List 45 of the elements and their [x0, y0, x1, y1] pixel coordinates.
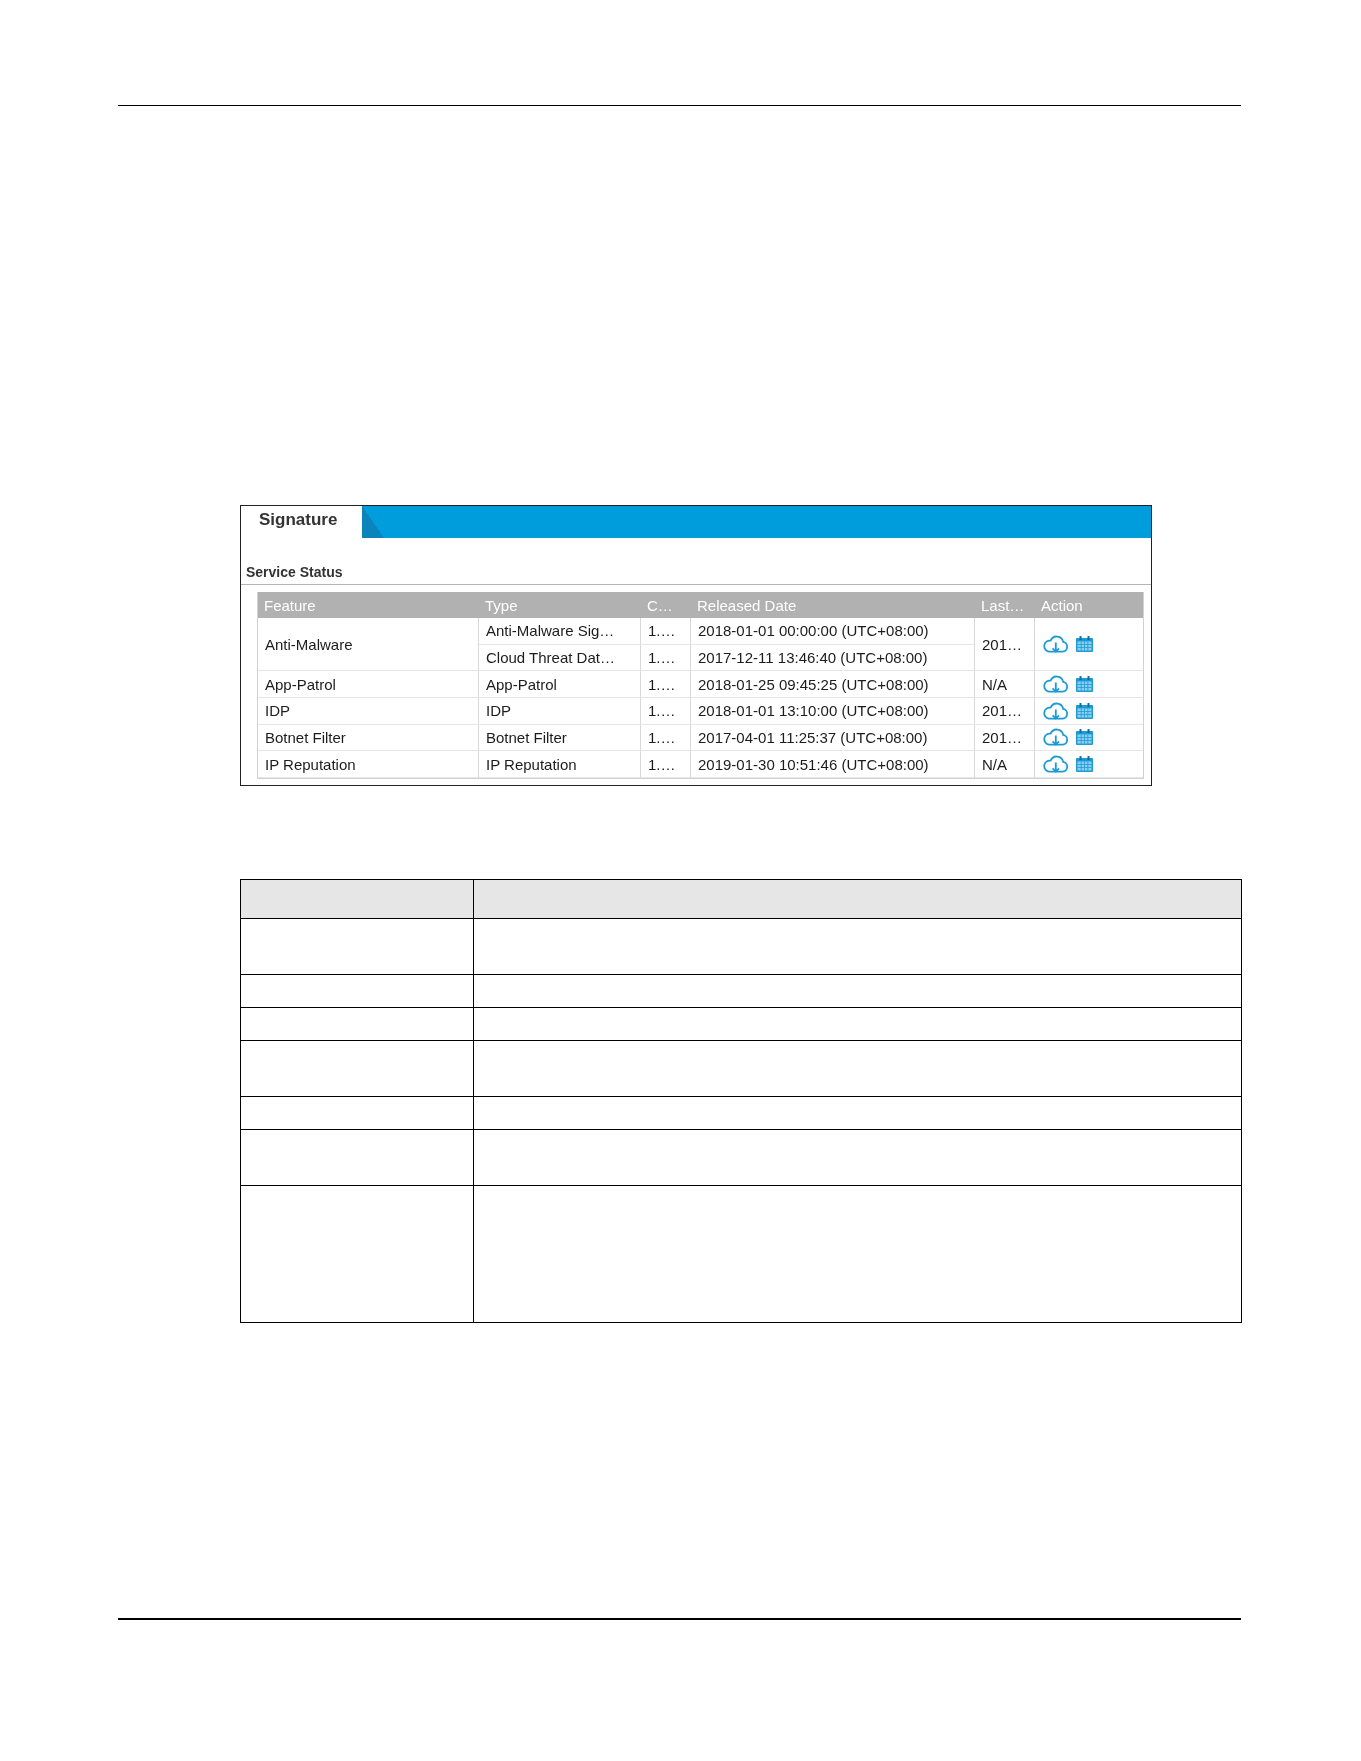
cloud-download-icon[interactable]	[1043, 755, 1069, 774]
table-cell: IP Reputation	[258, 751, 479, 778]
table-cell: 1.…	[641, 697, 691, 725]
table-cell: 2017-04-01 11:25:37 (UTC+08:00)	[691, 724, 975, 752]
table-cell: 2017-12-11 13:46:40 (UTC+08:00)	[691, 644, 975, 672]
table-cell: Anti-Malware	[258, 618, 479, 672]
table-cell: 201…	[975, 724, 1035, 752]
column-header: Action	[1035, 592, 1143, 618]
table-cell: App-Patrol	[258, 671, 479, 698]
table-cell: IDP	[479, 697, 641, 725]
column-header: C…	[641, 592, 691, 618]
table-cell: Botnet Filter	[479, 724, 641, 752]
table-cell: Botnet Filter	[258, 724, 479, 752]
table-cell: 2018-01-01 13:10:00 (UTC+08:00)	[691, 697, 975, 725]
calendar-icon[interactable]	[1076, 729, 1093, 746]
cloud-download-icon[interactable]	[1043, 701, 1069, 720]
table-cell: 1.…	[641, 644, 691, 672]
section-title: Service Status	[246, 564, 343, 580]
table-cell: 201…	[975, 697, 1035, 725]
table-cell: App-Patrol	[479, 671, 641, 698]
table-cell: 2019-01-30 10:51:46 (UTC+08:00)	[691, 751, 975, 778]
table-cell: 201…	[975, 618, 1035, 672]
column-header: Feature	[258, 592, 479, 618]
calendar-icon[interactable]	[1076, 676, 1093, 693]
table-cell: N/A	[975, 751, 1035, 778]
table-cell: 1.…	[641, 618, 691, 645]
cloud-download-icon[interactable]	[1043, 728, 1069, 747]
table-cell: 2018-01-01 00:00:00 (UTC+08:00)	[691, 618, 975, 645]
column-header: Released Date	[691, 592, 975, 618]
table-cell: N/A	[975, 671, 1035, 698]
calendar-icon[interactable]	[1076, 636, 1093, 653]
table-cell: IP Reputation	[479, 751, 641, 778]
table-cell: 1.…	[641, 751, 691, 778]
calendar-icon[interactable]	[1076, 702, 1093, 719]
calendar-icon[interactable]	[1076, 756, 1093, 773]
table-cell: Cloud Threat Dat…	[479, 644, 641, 672]
table-cell: 1.…	[641, 724, 691, 752]
column-header: Last…	[975, 592, 1035, 618]
table-cell: IDP	[258, 697, 479, 725]
cloud-download-icon[interactable]	[1043, 675, 1069, 694]
cloud-download-icon[interactable]	[1043, 635, 1069, 654]
table-cell: 2018-01-25 09:45:25 (UTC+08:00)	[691, 671, 975, 698]
table-cell: Anti-Malware Sig…	[479, 618, 641, 645]
column-header: Type	[479, 592, 641, 618]
table-cell: 1.…	[641, 671, 691, 698]
